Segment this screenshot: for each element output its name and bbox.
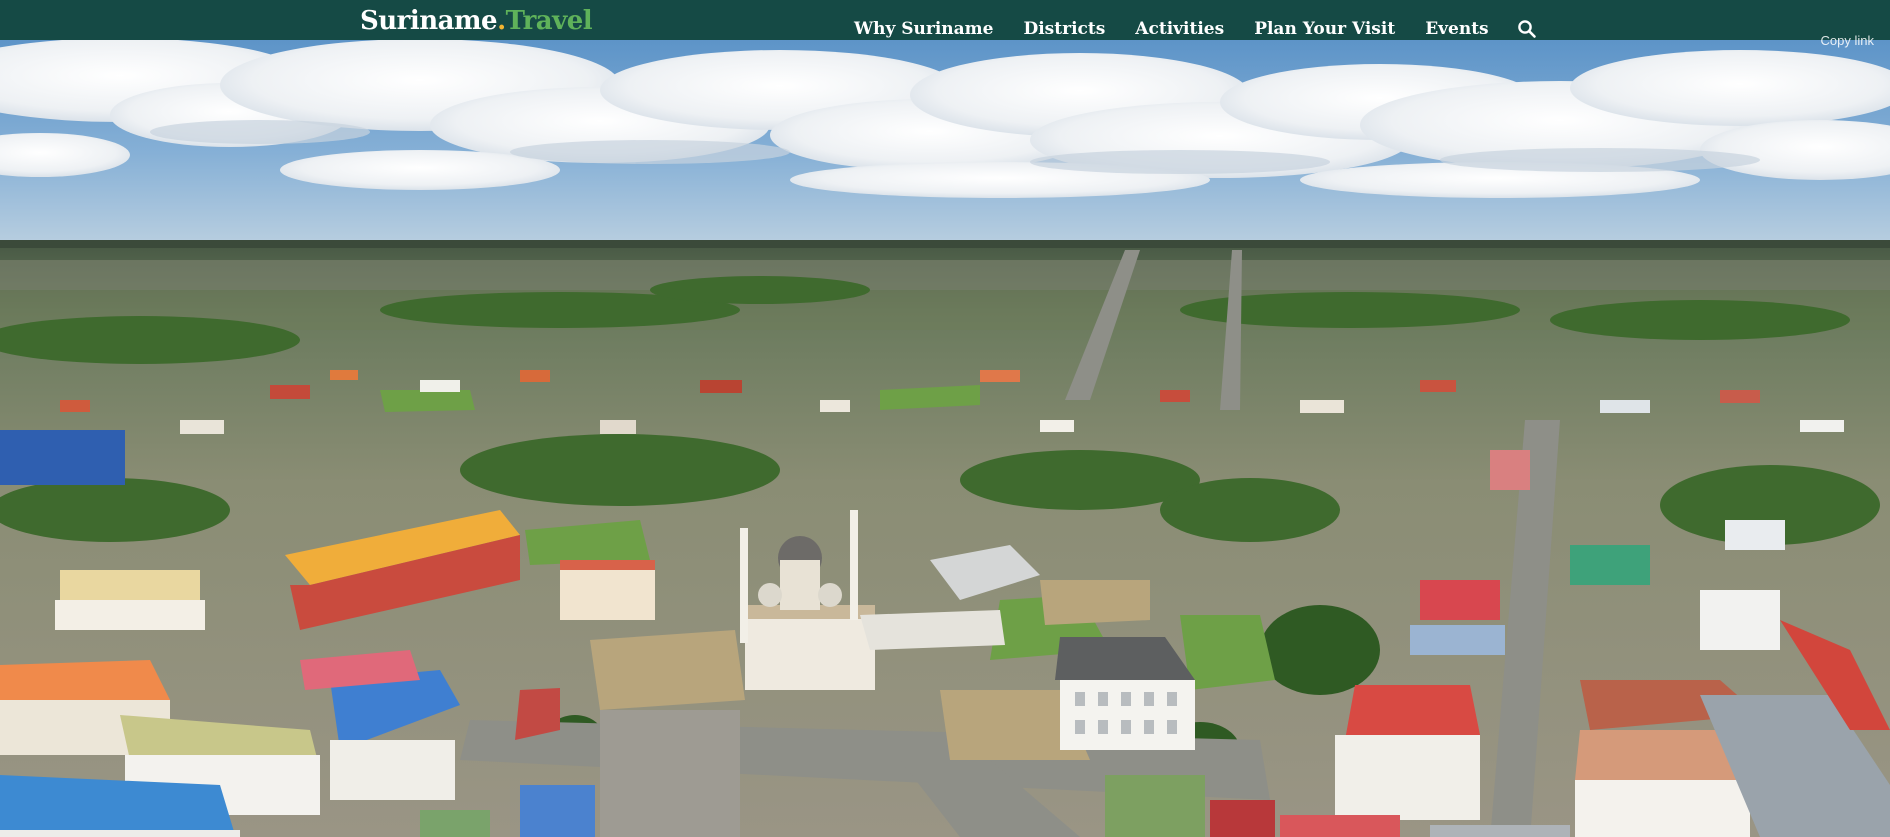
logo-text-accent: Travel <box>505 6 593 36</box>
search-icon[interactable] <box>1517 19 1537 39</box>
nav-link-events[interactable]: Events <box>1425 19 1488 39</box>
main-navigation: Why Suriname Districts Activities Plan Y… <box>854 16 1537 42</box>
white-colonial-building <box>1055 637 1195 750</box>
logo-dot: . <box>497 6 506 36</box>
blue-warehouse <box>0 430 125 485</box>
nav-link-activities[interactable]: Activities <box>1135 19 1224 39</box>
top-navigation-bar: Suriname.Travel Why Suriname Districts A… <box>0 0 1890 40</box>
nav-link-plan-your-visit[interactable]: Plan Your Visit <box>1254 19 1395 39</box>
nav-link-districts[interactable]: Districts <box>1023 19 1105 39</box>
nav-link-why-suriname[interactable]: Why Suriname <box>854 19 993 39</box>
hero-aerial-image <box>0 40 1890 837</box>
logo-text-main: Suriname <box>360 6 498 36</box>
copy-link-button[interactable]: Copy link <box>1821 33 1874 48</box>
aerial-city-illustration <box>0 40 1890 837</box>
site-logo[interactable]: Suriname.Travel <box>360 4 593 38</box>
